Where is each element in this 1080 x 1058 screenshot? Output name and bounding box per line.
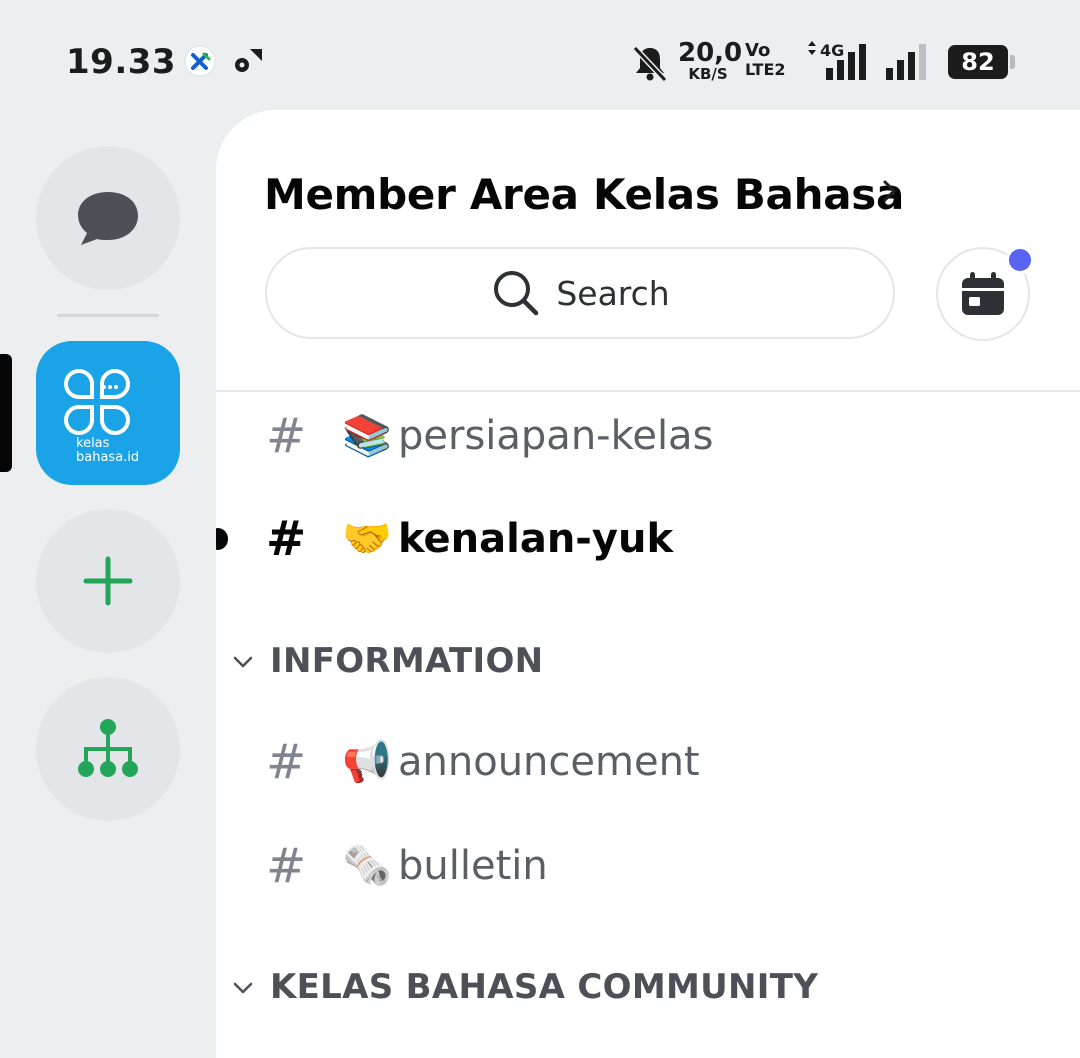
direct-messages-button[interactable] (36, 146, 180, 290)
logo-line-2: bahasa.id (76, 450, 140, 465)
hotspot-gear-icon (235, 49, 262, 72)
speed-value: 20,0 (678, 38, 743, 68)
chevron-right-icon[interactable] (878, 176, 902, 206)
category-information[interactable]: INFORMATION (216, 631, 1080, 691)
channel-announcement[interactable]: # 📢 announcement (216, 717, 1080, 807)
channel-hash-icon: # (266, 408, 307, 464)
channel-hash-icon: # (266, 734, 307, 790)
server-icon-kelas-bahasa[interactable]: kelas bahasa.id (36, 341, 180, 485)
channel-name: persiapan-kelas (398, 413, 714, 459)
volte-bottom: LTE2 (745, 60, 786, 79)
channel-kenalan-yuk[interactable]: # 🤝 kenalan-yuk (216, 494, 1080, 584)
network-type: 4G (820, 41, 844, 60)
selected-server-indicator (0, 354, 12, 472)
category-label: INFORMATION (270, 641, 544, 681)
channel-hash-icon: # (266, 838, 307, 894)
events-notification-dot (1006, 246, 1034, 274)
channel-panel: Member Area Kelas Bahasa Search # 📚 pers… (216, 110, 1080, 1058)
chat-bubble-icon (78, 192, 138, 245)
chevron-down-icon (233, 982, 253, 994)
handshake-emoji-icon: 🤝 (342, 516, 392, 562)
add-server-button[interactable] (36, 509, 180, 653)
newspaper-emoji-icon: 🗞️ (342, 843, 392, 889)
hub-tree-icon (78, 719, 138, 777)
search-input[interactable]: Search (265, 247, 895, 339)
status-bar: 19.33 20,0 KB/S Vo LTE2 4G 82 (0, 0, 1080, 110)
calendar-icon (962, 272, 1004, 315)
logo-line-1: kelas (76, 436, 110, 451)
battery-indicator: 82 (948, 45, 1015, 79)
channel-persiapan-kelas[interactable]: # 📚 persiapan-kelas (216, 391, 1080, 481)
channel-name: kenalan-yuk (398, 516, 674, 562)
search-placeholder: Search (556, 273, 670, 313)
rail-separator (57, 314, 159, 317)
channel-bulletin[interactable]: # 🗞️ bulletin (216, 821, 1080, 911)
server-logo-text: kelas bahasa.id (76, 437, 139, 465)
books-emoji-icon: 📚 (342, 413, 392, 459)
category-label: KELAS BAHASA COMMUNITY (270, 967, 819, 1007)
signal-sim2-icon (886, 44, 926, 80)
volte-indicator: Vo LTE2 (745, 42, 786, 78)
chevron-down-icon (233, 656, 253, 668)
server-title[interactable]: Member Area Kelas Bahasa (264, 170, 904, 219)
carrier-x-icon (184, 45, 216, 77)
volte-top: Vo (745, 40, 771, 61)
channel-hash-icon: # (266, 511, 307, 567)
megaphone-emoji-icon: 📢 (342, 739, 392, 785)
unread-indicator (216, 528, 228, 550)
channel-name: bulletin (398, 843, 548, 889)
notifications-muted-icon (632, 45, 668, 83)
plus-icon (83, 556, 133, 606)
category-kelas-bahasa-community[interactable]: KELAS BAHASA COMMUNITY (216, 957, 1080, 1017)
server-rail: kelas bahasa.id (0, 110, 216, 1058)
signal-4g-icon: 4G (808, 41, 866, 80)
speed-unit: KB/S (688, 65, 728, 83)
search-icon (494, 271, 539, 316)
clock: 19.33 (66, 42, 177, 82)
channel-name: announcement (398, 739, 700, 785)
discover-servers-button[interactable] (36, 677, 180, 821)
network-speed: 20,0 KB/S (678, 38, 743, 83)
